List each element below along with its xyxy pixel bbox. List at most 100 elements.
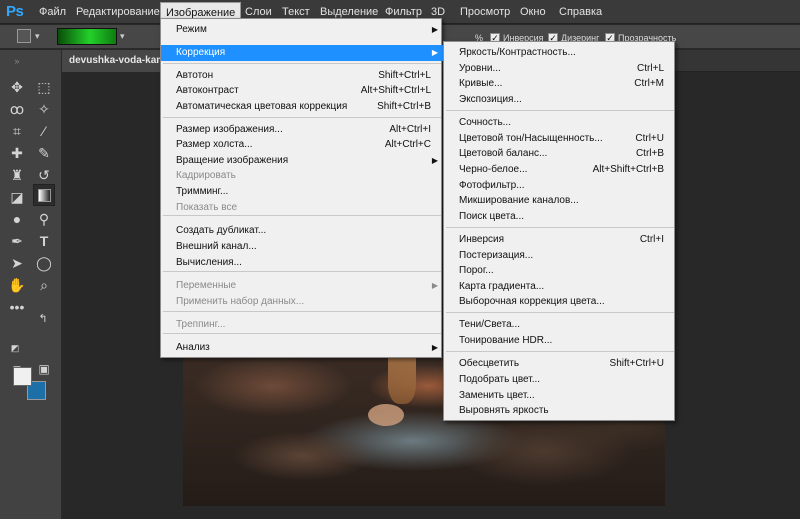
menu-item-shortcut: Ctrl+L: [637, 63, 664, 74]
menu-item-label: Постеризация...: [459, 250, 534, 261]
gradient-icon[interactable]: [33, 184, 55, 206]
menu-item[interactable]: Заменить цвет...: [444, 388, 676, 404]
tool-preset-picker[interactable]: [17, 29, 31, 43]
menu-item-label: Автоматическая цветовая коррекция: [176, 101, 348, 112]
gradient-preview[interactable]: [57, 28, 117, 45]
menu-item-label: Порог...: [459, 265, 494, 276]
menu-item[interactable]: Черно-белое... Alt+Shift+Ctrl+B: [444, 162, 676, 178]
menu-item-label: Выборочная коррекция цвета...: [459, 296, 605, 307]
menu-item[interactable]: Создать дубликат...: [161, 223, 443, 239]
history-brush-icon[interactable]: ↺: [33, 164, 55, 186]
eyedropper-icon[interactable]: ⁄: [33, 120, 55, 142]
menu-item[interactable]: Подобрать цвет...: [444, 372, 676, 388]
blur-icon[interactable]: ●: [6, 208, 28, 230]
menu-item: Переменные ▶: [161, 278, 443, 294]
ellipse-icon[interactable]: ◯: [33, 252, 55, 274]
clone-stamp-icon[interactable]: ♜: [6, 164, 28, 186]
more-tools-icon[interactable]: •••: [6, 296, 28, 318]
menu-item[interactable]: Экспозиция...: [444, 92, 676, 108]
menu-item-label: Анализ: [176, 342, 210, 353]
image-menu-dropdown: Режим ▶ Коррекция ▶ Автотон Shift+Ctrl+L Авток…: [160, 18, 443, 358]
menu-item[interactable]: Анализ ▶: [161, 340, 443, 356]
menu-item[interactable]: Автоконтраст Alt+Shift+Ctrl+L: [161, 83, 443, 99]
menu-item-label: Подобрать цвет...: [459, 374, 541, 385]
menu-item[interactable]: Цветовой баланс... Ctrl+B: [444, 146, 676, 162]
menu-item-shortcut: Alt+Shift+Ctrl+L: [360, 85, 431, 96]
tools-panel: » ✥ ⬚ ꝏ ✧ ⌗ ⁄ ✚ ✎ ♜ ↺ ◪ ● ⚲ ✒ T ➤ ◯ ✋ ⌕ …: [0, 50, 62, 519]
menu-item[interactable]: Сочность...: [444, 115, 676, 131]
pen-icon[interactable]: ✒: [6, 230, 28, 252]
menu-item[interactable]: Цветовой тон/Насыщенность... Ctrl+U: [444, 131, 676, 147]
menu-help[interactable]: Справка: [559, 4, 602, 20]
menu-item-shortcut: Alt+Shift+Ctrl+B: [592, 164, 664, 175]
menu-item-label: Кривые...: [459, 78, 503, 89]
menu-item[interactable]: Размер изображения... Alt+Ctrl+I: [161, 122, 443, 138]
swap-colors-icon[interactable]: ↰: [36, 312, 50, 326]
menu-item[interactable]: Режим ▶: [161, 22, 443, 38]
menu-item[interactable]: Яркость/Контрастность...: [444, 45, 676, 61]
menu-item[interactable]: Тримминг...: [161, 184, 443, 200]
menu-item-label: Черно-белое...: [459, 164, 528, 175]
dodge-icon[interactable]: ⚲: [33, 208, 55, 230]
marquee-icon[interactable]: ⬚: [33, 76, 55, 98]
menu-edit[interactable]: Редактирование: [76, 4, 160, 20]
menu-item[interactable]: Уровни... Ctrl+L: [444, 61, 676, 77]
menu-item[interactable]: Вращение изображения ▶: [161, 153, 443, 169]
menu-item[interactable]: Автотон Shift+Ctrl+L: [161, 68, 443, 84]
menu-separator: [163, 333, 441, 334]
menu-item[interactable]: Вычисления...: [161, 255, 443, 271]
menu-item[interactable]: Поиск цвета...: [444, 209, 676, 225]
menu-window[interactable]: Окно: [520, 4, 546, 20]
menu-item-label: Переменные: [176, 280, 237, 291]
submenu-arrow-icon: ▶: [431, 156, 438, 165]
document-tab[interactable]: devushka-voda-kamni: [62, 50, 160, 72]
eraser-icon[interactable]: ◪: [6, 186, 28, 208]
submenu-arrow-icon: ▶: [431, 25, 438, 34]
hand-icon[interactable]: ✋: [6, 274, 28, 296]
lasso-icon[interactable]: ꝏ: [6, 98, 28, 120]
menu-item[interactable]: Микширование каналов...: [444, 193, 676, 209]
chevron-down-icon[interactable]: ▾: [35, 31, 40, 42]
menu-item[interactable]: Размер холста... Alt+Ctrl+C: [161, 137, 443, 153]
menu-item-label: Автотон: [176, 70, 214, 81]
menu-item[interactable]: Обесцветить Shift+Ctrl+U: [444, 356, 676, 372]
magic-wand-icon[interactable]: ✧: [33, 98, 55, 120]
menu-item[interactable]: Карта градиента...: [444, 279, 676, 295]
menu-item[interactable]: Выровнять яркость: [444, 403, 676, 419]
menu-item-shortcut: Shift+Ctrl+B: [377, 101, 431, 112]
menu-item-label: Кадрировать: [176, 170, 236, 181]
menu-file[interactable]: Файл: [39, 4, 66, 20]
menu-item[interactable]: Тонирование HDR...: [444, 333, 676, 349]
menu-item-shortcut: Shift+Ctrl+U: [609, 358, 664, 369]
menu-item-shortcut: Shift+Ctrl+L: [378, 70, 431, 81]
menu-item-label: Автоконтраст: [176, 85, 239, 96]
menu-item[interactable]: Автоматическая цветовая коррекция Shift+C…: [161, 99, 443, 115]
collapse-icon[interactable]: »: [6, 50, 28, 72]
menu-item-label: Уровни...: [459, 63, 501, 74]
menu-item[interactable]: Выборочная коррекция цвета...: [444, 294, 676, 310]
brush-icon[interactable]: ✎: [33, 142, 55, 164]
menu-item[interactable]: Тени/Света...: [444, 317, 676, 333]
menu-separator: [163, 63, 441, 64]
menu-item-label: Размер изображения...: [176, 124, 283, 135]
menu-item[interactable]: Внешний канал...: [161, 239, 443, 255]
default-colors-icon[interactable]: ◩: [8, 341, 22, 355]
menu-view[interactable]: Просмотр: [460, 4, 510, 20]
path-select-icon[interactable]: ➤: [6, 252, 28, 274]
spot-healing-icon[interactable]: ✚: [6, 142, 28, 164]
menu-item-label: Карта градиента...: [459, 281, 545, 292]
menu-item[interactable]: Кривые... Ctrl+M: [444, 76, 676, 92]
menu-item[interactable]: Постеризация...: [444, 248, 676, 264]
crop-icon[interactable]: ⌗: [6, 120, 28, 142]
menu-item-label: Экспозиция...: [459, 94, 522, 105]
move-icon[interactable]: ✥: [6, 76, 28, 98]
type-icon[interactable]: T: [33, 230, 55, 252]
menu-item[interactable]: Инверсия Ctrl+I: [444, 232, 676, 248]
screen-mode-icon[interactable]: ▣: [33, 358, 55, 380]
menu-item[interactable]: Фотофильтр...: [444, 178, 676, 194]
chevron-down-icon[interactable]: ▾: [120, 31, 125, 42]
menu-item[interactable]: Коррекция ▶: [161, 45, 443, 61]
menu-item[interactable]: Порог...: [444, 263, 676, 279]
zoom-icon[interactable]: ⌕: [33, 274, 55, 296]
foreground-color-swatch[interactable]: [13, 367, 32, 386]
